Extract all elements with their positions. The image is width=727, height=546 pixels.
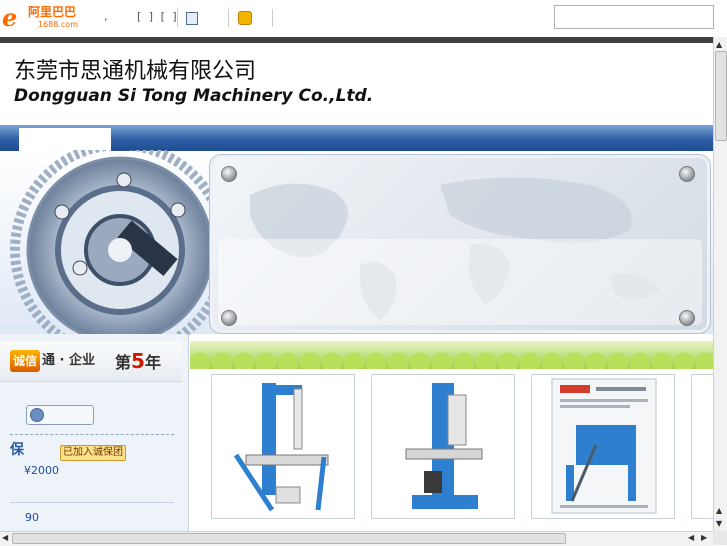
map-highlight-band <box>218 239 702 325</box>
machine-brochure-image <box>551 378 657 514</box>
member-years: 第5年 <box>115 351 161 373</box>
years-prefix: 第 <box>115 353 132 372</box>
screw-icon <box>221 166 237 182</box>
down-arrow-icon[interactable]: ▼ <box>716 519 722 529</box>
toolbar-divider <box>272 9 273 27</box>
toolbar-separator-text: , <box>104 10 108 23</box>
product-card[interactable] <box>211 374 355 519</box>
product-card[interactable] <box>531 374 675 519</box>
scroll-corner <box>713 531 727 545</box>
screw-icon <box>679 166 695 182</box>
sidebar-divider <box>10 502 174 503</box>
world-map-panel <box>209 154 711 334</box>
chengxintong-badge: 诚信 <box>10 350 40 372</box>
chat-icon <box>30 408 44 422</box>
search-input[interactable] <box>554 5 714 29</box>
document-icon[interactable] <box>186 12 198 25</box>
joined-badge[interactable]: 已加入诚保团 <box>60 445 126 461</box>
left-arrow-icon[interactable]: ◀ <box>2 533 8 543</box>
sidebar-divider <box>10 434 174 435</box>
left-arrow-icon[interactable]: ◀ <box>688 533 694 543</box>
company-name-en: Dongguan Si Tong Machinery Co.,Ltd. <box>14 86 374 106</box>
alibaba-e-mark: e <box>2 3 18 32</box>
vertical-scroll-thumb[interactable] <box>715 51 727 141</box>
top-dark-bar <box>0 37 713 43</box>
up-arrow-icon[interactable]: ▲ <box>716 40 722 50</box>
nav-tab-home[interactable] <box>19 128 111 152</box>
bao-label: 保 <box>10 442 24 458</box>
stat-count: 90 <box>25 511 39 524</box>
folder-icon[interactable] <box>238 11 252 25</box>
toolbar-divider <box>228 9 229 27</box>
alibaba-logo-url: 1688.com <box>38 20 78 29</box>
right-arrow-icon[interactable]: ▶ <box>701 533 707 543</box>
horizontal-scroll-thumb[interactable] <box>12 533 566 544</box>
years-suffix: 年 <box>144 353 161 372</box>
alibaba-logo[interactable]: e 阿里巴巴 1688.com <box>2 6 92 32</box>
toolbar-divider <box>177 9 178 27</box>
chengxintong-text: 通 · 企业 <box>42 353 95 368</box>
alibaba-logo-cn: 阿里巴巴 <box>28 5 77 19</box>
product-card[interactable] <box>371 374 515 519</box>
gear-illustration <box>10 150 220 350</box>
screw-icon <box>221 310 237 326</box>
grass-header-strip <box>190 341 713 369</box>
product-card[interactable] <box>691 374 714 519</box>
guarantee-amount: ¥2000 <box>24 464 59 477</box>
years-number: 5 <box>131 349 145 373</box>
band-saw-image <box>233 383 329 512</box>
screw-icon <box>679 310 695 326</box>
up-arrow-icon[interactable]: ▲ <box>716 506 722 516</box>
toolbar-brackets[interactable]: [ ] [ ] <box>137 10 179 23</box>
company-name-cn: 东莞市思通机械有限公司 <box>14 59 257 84</box>
vertical-band-saw-image <box>405 383 483 509</box>
